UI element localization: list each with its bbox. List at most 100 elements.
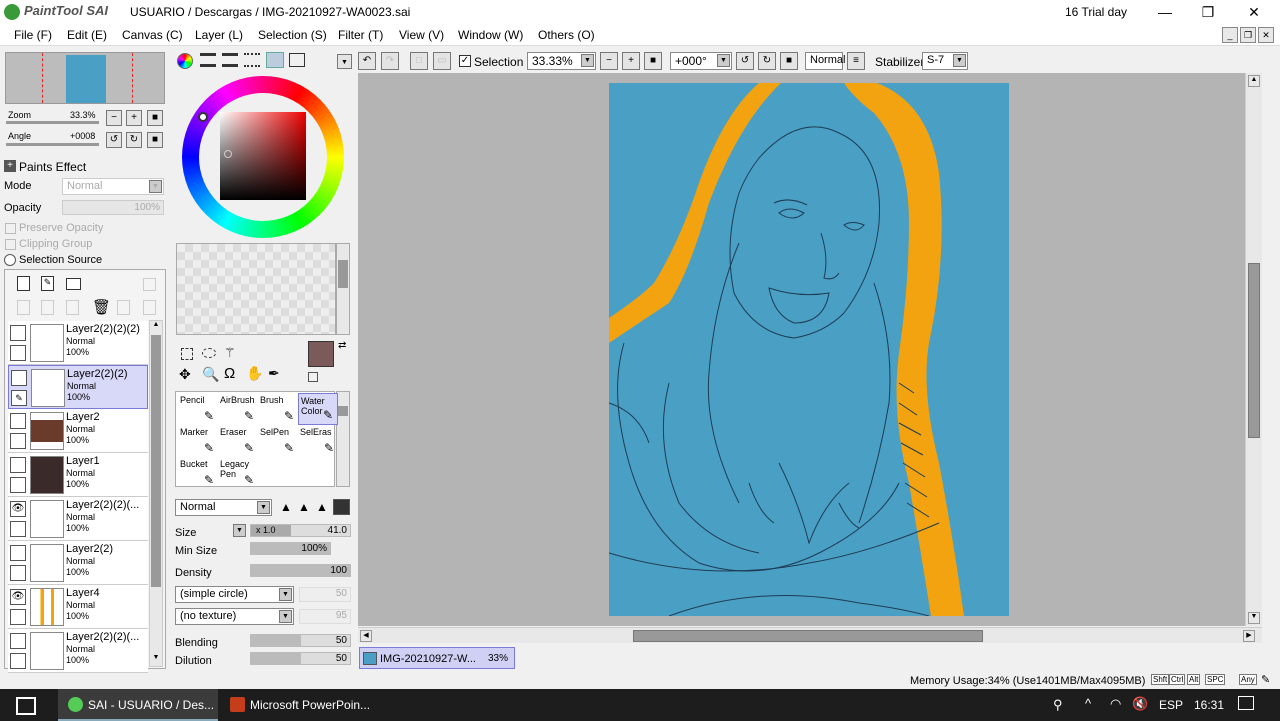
minimize-button[interactable]: — <box>1145 2 1185 22</box>
rotate-reset-button[interactable]: ■ <box>147 132 163 148</box>
menu-view[interactable]: View (V) <box>399 28 444 42</box>
view-mode-select[interactable]: Normal <box>805 52 845 70</box>
layer-lock-toggle[interactable] <box>10 477 26 493</box>
visibility-toggle[interactable] <box>10 545 26 561</box>
tool-marker[interactable]: Marker ✎ <box>178 425 218 457</box>
primary-color-swatch[interactable] <box>308 341 334 367</box>
layer-row[interactable]: Layer1 Normal 100% <box>8 453 148 497</box>
tool-bucket[interactable]: Bucket ✎ <box>178 457 218 489</box>
swatches-tab-icon[interactable] <box>244 53 260 67</box>
tool-legacy[interactable]: Legacy Pen ✎ <box>218 457 258 489</box>
mdi-minimize-button[interactable]: _ <box>1222 27 1238 43</box>
scratchpad-scrollbar[interactable] <box>336 243 350 335</box>
scroll-down-arrow[interactable]: ▼ <box>150 654 162 666</box>
close-button[interactable]: ✕ <box>1234 2 1274 22</box>
volume-muted-icon[interactable]: 🔇 <box>1132 696 1148 712</box>
expand-icon[interactable]: + <box>4 160 16 172</box>
canvas-viewport[interactable]: ▲ ▼ <box>358 73 1262 626</box>
size-slider[interactable]: x 1.0 41.0 <box>250 524 351 537</box>
palette-tab-icon[interactable] <box>289 53 305 67</box>
trash-icon[interactable]: 🗑 <box>92 298 111 316</box>
layer-row[interactable]: 👁 Layer2(2)(2)(... Normal 100% <box>8 497 148 541</box>
layer-row[interactable]: Layer2 Normal 100% <box>8 409 148 453</box>
brush-edge-hard-icon[interactable]: ▲ <box>280 500 296 514</box>
scratchpad-tab-icon[interactable] <box>266 52 284 68</box>
menu-file[interactable]: File (F) <box>14 28 52 42</box>
layer-lock-toggle[interactable] <box>10 609 26 625</box>
rotate-left-button[interactable]: ↺ <box>106 132 122 148</box>
menu-selection[interactable]: Selection (S) <box>258 28 327 42</box>
layer-lock-toggle[interactable] <box>10 521 26 537</box>
navigator-preview[interactable] <box>5 52 165 104</box>
rotate-right-button[interactable]: ↻ <box>126 132 142 148</box>
tool-airbrush[interactable]: AirBrush ✎ <box>218 393 258 425</box>
magic-wand-icon[interactable]: ⚚ <box>224 345 236 361</box>
eye-icon[interactable]: 👁 <box>10 501 26 517</box>
blending-slider[interactable]: 50 <box>250 634 351 647</box>
menu-window[interactable]: Window (W) <box>458 28 523 42</box>
zoom-select[interactable]: 33.33% ▼ <box>527 52 596 70</box>
people-icon[interactable]: ⚲ <box>1053 697 1063 713</box>
visibility-toggle[interactable] <box>10 413 26 429</box>
layer-row[interactable]: 👁 Layer4 Normal 100% <box>8 585 148 629</box>
layer-row[interactable]: Layer2(2)(2)(2) Normal 100% <box>8 321 148 365</box>
menu-canvas[interactable]: Canvas (C) <box>122 28 183 42</box>
brush-edge-medium-icon[interactable]: ▲ <box>298 500 314 514</box>
menu-filter[interactable]: Filter (T) <box>338 28 383 42</box>
brush-edge-flat-icon[interactable] <box>333 499 350 515</box>
start-grid-icon[interactable] <box>16 697 36 715</box>
menu-others[interactable]: Others (O) <box>538 28 595 42</box>
layer-scroll-thumb[interactable] <box>151 335 161 587</box>
toolbar-rotate-right-button[interactable]: ↻ <box>758 52 776 70</box>
tool-pencil[interactable]: Pencil ✎ <box>178 393 218 425</box>
tray-chevron-up-icon[interactable]: ^ <box>1085 696 1091 711</box>
hand-tool-icon[interactable]: ✋ <box>246 365 263 382</box>
canvas-vertical-scrollbar[interactable]: ▲ ▼ <box>1245 73 1262 626</box>
hsv-slider-tab-icon[interactable] <box>222 53 238 67</box>
tool-water[interactable]: Water Color ✎ <box>298 393 338 425</box>
tool-seleras[interactable]: SelEras ✎ <box>298 425 338 457</box>
hscroll-left-arrow[interactable]: ◀ <box>360 630 372 642</box>
toolbar-zoom-reset-button[interactable]: ■ <box>644 52 662 70</box>
zoom-reset-button[interactable]: ■ <box>147 110 163 126</box>
selection-checkbox[interactable]: ✓ <box>459 55 471 67</box>
hue-marker[interactable] <box>198 112 208 122</box>
clipping-group-checkbox[interactable] <box>5 239 16 250</box>
mdi-restore-button[interactable]: ❐ <box>1240 27 1256 43</box>
brush-mode-select[interactable]: Normal ▼ <box>175 499 272 516</box>
zoom-tool-icon[interactable]: 🔍 <box>202 366 219 383</box>
layer-mode-select[interactable]: Normal ▼ <box>62 178 164 195</box>
visibility-toggle[interactable] <box>10 457 26 473</box>
menu-layer[interactable]: Layer (L) <box>195 28 243 42</box>
menu-edit[interactable]: Edit (E) <box>67 28 107 42</box>
transparent-color-icon[interactable] <box>308 372 318 382</box>
saturation-value-square[interactable] <box>220 112 306 200</box>
document-tab[interactable]: IMG-20210927-W... 33% <box>359 647 515 669</box>
tool-grid-scrollbar[interactable] <box>336 391 350 487</box>
hscroll-thumb[interactable] <box>633 630 983 642</box>
input-language[interactable]: ESP <box>1159 698 1183 712</box>
visibility-toggle[interactable] <box>11 370 27 386</box>
angle-slider[interactable] <box>6 143 99 146</box>
selection-source-radio[interactable] <box>4 254 16 266</box>
preserve-opacity-checkbox[interactable] <box>5 223 16 234</box>
scroll-up-arrow[interactable]: ▲ <box>150 321 162 333</box>
tool-scroll-thumb[interactable] <box>338 406 348 416</box>
eye-icon[interactable]: 👁 <box>10 589 26 605</box>
brush-edge-soft-icon[interactable]: ▲ <box>316 500 332 514</box>
layer-row[interactable]: ✎ Layer2(2)(2) Normal 100% <box>8 365 148 409</box>
visibility-toggle[interactable] <box>10 325 26 341</box>
eyedropper-icon[interactable]: ✒ <box>268 365 280 382</box>
move-icon[interactable]: ✥ <box>179 366 191 383</box>
layer-row[interactable]: Layer2(2)(2)(... Normal 100% <box>8 629 148 673</box>
tool-eraser[interactable]: Eraser ✎ <box>218 425 258 457</box>
zoom-slider[interactable] <box>6 121 99 124</box>
tool-brush[interactable]: Brush ✎ <box>258 393 298 425</box>
layer-lock-toggle[interactable] <box>10 433 26 449</box>
density-slider[interactable]: 100 <box>250 564 351 577</box>
layer-row[interactable]: Layer2(2) Normal 100% <box>8 541 148 585</box>
canvas-artwork[interactable] <box>609 83 1009 616</box>
mdi-close-button[interactable]: ✕ <box>1258 27 1274 43</box>
vscroll-down-arrow[interactable]: ▼ <box>1248 612 1260 624</box>
sv-marker[interactable] <box>224 150 232 158</box>
